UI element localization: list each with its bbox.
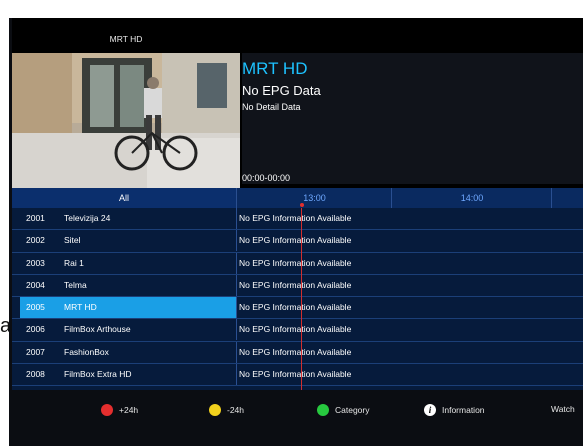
channel-row-selected[interactable]: 2005 MRT HD No EPG Information Available [12, 297, 583, 320]
yellow-key-label: -24h [227, 405, 245, 415]
channel-filter-all[interactable]: All [12, 188, 236, 208]
channel-number: 2001 [26, 213, 45, 223]
channel-name: Telma [64, 279, 87, 290]
channel-cell[interactable]: 2001 Televizija 24 [12, 208, 236, 229]
program-cell[interactable]: No EPG Information Available [236, 274, 583, 296]
channel-name: Sitel [64, 235, 81, 246]
channel-cell[interactable]: 2007 FashionBox [12, 342, 236, 363]
time-slot-1400: 14:00 [391, 188, 552, 208]
channel-row[interactable]: 2001 Televizija 24 No EPG Information Av… [12, 208, 583, 231]
preview-image [12, 53, 240, 188]
channel-name: Rai 1 [64, 257, 84, 268]
channel-row[interactable]: 2002 Sitel No EPG Information Available [12, 230, 583, 253]
channel-cell[interactable]: 2006 FilmBox Arthouse [12, 319, 236, 340]
current-time-line [301, 208, 302, 390]
epg-info-panel: MRT HD No EPG Data No Detail Data 00:00-… [242, 53, 583, 184]
channel-cell[interactable]: 2008 FilmBox Extra HD [12, 364, 236, 385]
channel-number: 2007 [26, 346, 45, 357]
epg-grid: All 13:00 14:00 2001 Televizija 24 No EP… [12, 188, 583, 390]
info-key-information[interactable]: i Information [424, 404, 485, 416]
channel-name: FilmBox Arthouse [64, 324, 131, 335]
color-key-bar: +24h -24h Category i Information Watch [9, 390, 583, 446]
yellow-key-minus24h[interactable]: -24h [209, 404, 244, 416]
red-key-plus24h[interactable]: +24h [101, 404, 138, 416]
channel-rows: 2001 Televizija 24 No EPG Information Av… [12, 208, 583, 386]
info-epg-time: 00:00-00:00 [242, 173, 291, 183]
info-epg-status: No EPG Data [242, 83, 321, 98]
channel-name: FilmBox Extra HD [64, 368, 132, 379]
red-circle-icon [101, 404, 113, 416]
green-key-category[interactable]: Category [317, 404, 370, 416]
channel-cell[interactable]: 2002 Sitel [12, 230, 236, 251]
channel-cell[interactable]: 2004 Telma [12, 275, 236, 296]
program-cell[interactable]: No EPG Information Available [236, 297, 583, 318]
green-key-label: Category [335, 405, 370, 415]
channel-cell-selected[interactable]: 2005 MRT HD [20, 297, 236, 318]
channel-row[interactable]: 2003 Rai 1 No EPG Information Available [12, 252, 583, 275]
tv-frame: MRT HD MRT HD No EPG Data No Detail Data… [9, 18, 583, 446]
info-icon: i [424, 404, 436, 416]
yellow-circle-icon [209, 404, 221, 416]
program-cell[interactable]: No EPG Information Available [236, 230, 583, 252]
channel-row[interactable]: 2004 Telma No EPG Information Available [12, 274, 583, 297]
red-key-label: +24h [119, 405, 139, 415]
live-preview-video [12, 53, 240, 188]
time-slot-1300: 13:00 [236, 188, 392, 208]
channel-name: FashionBox [64, 346, 109, 357]
program-cell[interactable]: No EPG Information Available [236, 208, 583, 229]
time-slot-next [551, 188, 583, 208]
current-time-dot [300, 203, 304, 207]
info-key-label: Information [442, 405, 485, 415]
program-cell[interactable]: No EPG Information Available [236, 341, 583, 363]
channel-row[interactable]: 2007 FashionBox No EPG Information Avail… [12, 341, 583, 364]
channel-number: 2003 [26, 257, 45, 268]
info-channel-name: MRT HD [242, 59, 308, 78]
channel-name: MRT HD [64, 302, 97, 312]
channel-cell[interactable]: 2003 Rai 1 [12, 253, 236, 274]
program-cell[interactable]: No EPG Information Available [236, 319, 583, 341]
channel-row[interactable]: 2008 FilmBox Extra HD No EPG Information… [12, 363, 583, 386]
watch-key[interactable]: Watch [551, 404, 575, 414]
channel-name: Televizija 24 [64, 213, 111, 223]
channel-row[interactable]: 2006 FilmBox Arthouse No EPG Information… [12, 319, 583, 342]
channel-number: 2002 [26, 235, 45, 246]
channel-number: 2005 [26, 302, 45, 312]
program-cell[interactable]: No EPG Information Available [236, 252, 583, 274]
channel-number: 2006 [26, 324, 45, 335]
channel-number: 2004 [26, 279, 45, 290]
timeline-header: 13:00 14:00 [236, 188, 583, 208]
green-circle-icon [317, 404, 329, 416]
watch-key-label: Watch [551, 404, 575, 414]
epg-screen: MRT HD MRT HD No EPG Data No Detail Data… [12, 18, 583, 390]
info-epg-detail: No Detail Data [242, 102, 301, 112]
channel-number: 2008 [26, 368, 45, 379]
program-cell[interactable]: No EPG Information Available [236, 363, 583, 385]
preview-channel-title: MRT HD [109, 34, 143, 44]
